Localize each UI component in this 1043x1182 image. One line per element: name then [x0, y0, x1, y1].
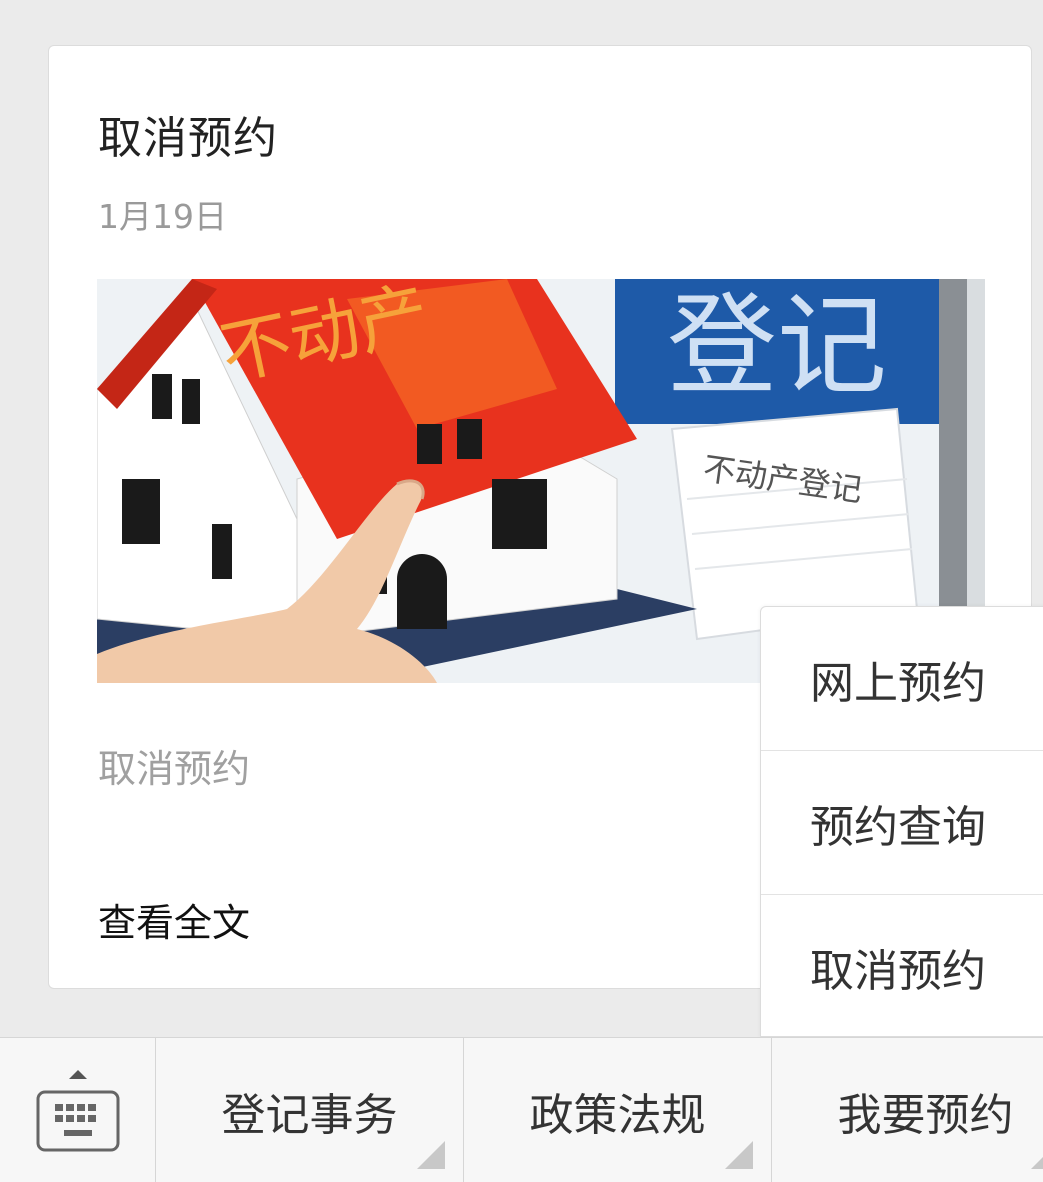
keyboard-toggle-button[interactable] [0, 1038, 155, 1182]
menu-registration-affairs[interactable]: 登记事务 [155, 1038, 463, 1182]
chat-page: 取消预约 1月19日 登记 不动产登记 不动产 取消预约 查看全文 网上预约 预… [0, 0, 1043, 1182]
submenu-indicator-icon [417, 1141, 445, 1169]
submenu-item-online-booking[interactable]: 网上预约 [761, 607, 1043, 750]
sign-text: 登记 [667, 282, 887, 410]
menu-label: 政策法规 [529, 1089, 706, 1141]
bottom-menu-bar: 登记事务 政策法规 我要预约 [0, 1037, 1043, 1182]
menu-make-appointment[interactable]: 我要预约 [771, 1038, 1043, 1182]
submenu-item-cancel-booking[interactable]: 取消预约 [761, 895, 1043, 1038]
article-title: 取消预约 [98, 113, 278, 164]
read-full-text-link[interactable]: 查看全文 [98, 892, 250, 947]
submenu-popup: 网上预约 预约查询 取消预约 [760, 606, 1043, 1037]
submenu-indicator-icon [725, 1141, 753, 1169]
keyboard-icon [36, 1070, 120, 1152]
menu-label: 我要预约 [837, 1089, 1014, 1141]
article-date: 1月19日 [98, 197, 227, 236]
article-summary: 取消预约 [98, 747, 251, 791]
menu-policies-regulations[interactable]: 政策法规 [463, 1038, 771, 1182]
submenu-indicator-icon [1031, 1157, 1043, 1169]
menu-label: 登记事务 [221, 1089, 398, 1141]
submenu-item-booking-query[interactable]: 预约查询 [761, 751, 1043, 894]
